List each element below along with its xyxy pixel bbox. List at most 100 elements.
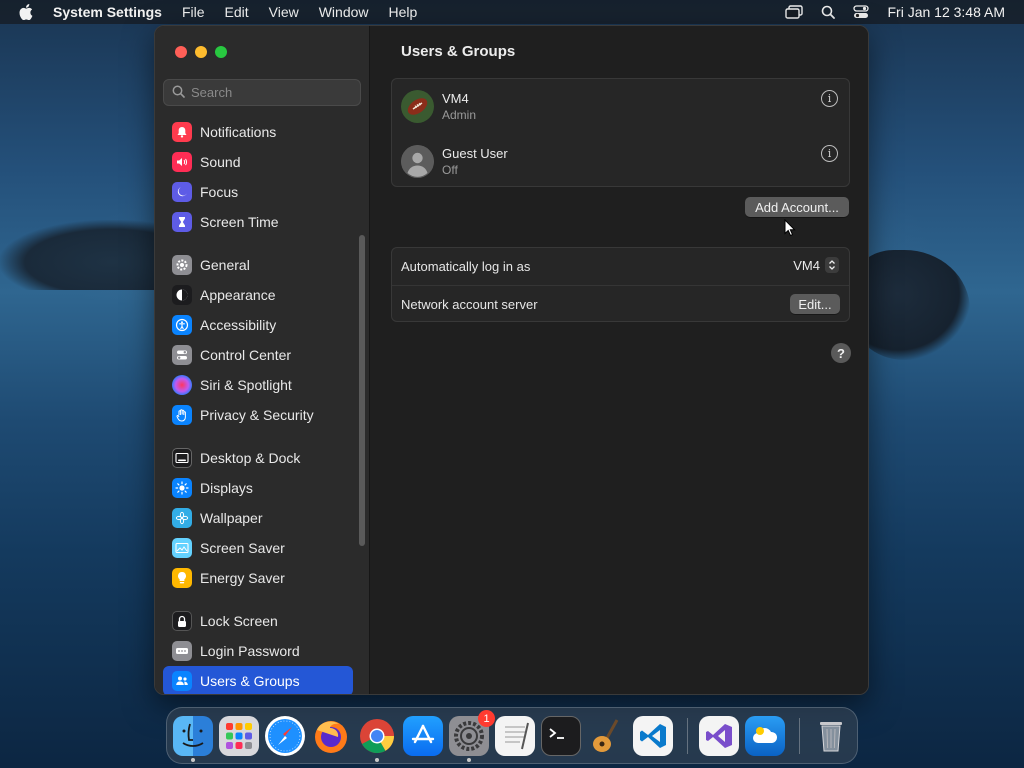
launchpad-icon[interactable] <box>219 716 259 756</box>
dock-icon <box>172 448 192 468</box>
sidebar-item-general[interactable]: General <box>163 250 353 280</box>
sidebar-item-appearance[interactable]: Appearance <box>163 280 353 310</box>
apple-menu-icon[interactable] <box>19 4 35 20</box>
sidebar-item-lock-screen[interactable]: Lock Screen <box>163 606 353 636</box>
appearance-icon <box>172 285 192 305</box>
sidebar-item-desktop-dock[interactable]: Desktop & Dock <box>163 443 353 473</box>
screensaver-icon <box>172 538 192 558</box>
search-input[interactable] <box>191 85 341 100</box>
users-list-panel: VM4 Admin i Guest User Off i <box>391 78 850 187</box>
terminal-icon[interactable] <box>541 716 581 756</box>
zoom-window-button[interactable] <box>215 46 227 58</box>
help-button[interactable]: ? <box>831 343 851 363</box>
sidebar-item-privacy-security[interactable]: Privacy & Security <box>163 400 353 430</box>
sidebar-item-label: Appearance <box>200 287 276 303</box>
mouse-pointer-icon <box>784 218 796 242</box>
visual-studio-icon[interactable] <box>699 716 739 756</box>
firefox-icon[interactable] <box>311 716 351 756</box>
sun-icon <box>172 478 192 498</box>
sidebar-item-notifications[interactable]: Notifications <box>163 117 353 147</box>
close-window-button[interactable] <box>175 46 187 58</box>
user-row-vm4[interactable]: VM4 Admin i <box>392 79 849 134</box>
sidebar-item-screen-time[interactable]: Screen Time <box>163 207 353 237</box>
menu-view[interactable]: View <box>269 4 299 20</box>
sidebar-item-energy-saver[interactable]: Energy Saver <box>163 563 353 593</box>
running-indicator <box>191 758 195 762</box>
finder-icon[interactable] <box>173 716 213 756</box>
search-icon <box>172 85 185 101</box>
cleanmymac-icon[interactable] <box>745 716 785 756</box>
sidebar-item-wallpaper[interactable]: Wallpaper <box>163 503 353 533</box>
vscode-icon[interactable] <box>633 716 673 756</box>
person-icon <box>401 145 434 178</box>
add-account-button[interactable]: Add Account... <box>745 197 849 217</box>
sidebar-item-siri-spotlight[interactable]: Siri & Spotlight <box>163 370 353 400</box>
page-title: Users & Groups <box>401 43 516 60</box>
garageband-icon[interactable] <box>587 716 627 756</box>
sidebar-item-label: Focus <box>200 184 239 200</box>
menu-edit[interactable]: Edit <box>225 4 249 20</box>
sidebar-item-sound[interactable]: Sound <box>163 147 353 177</box>
trash-icon[interactable] <box>811 716 851 756</box>
menu-window[interactable]: Window <box>319 4 369 20</box>
network-server-edit-button[interactable]: Edit... <box>790 294 840 314</box>
sidebar-item-label: Desktop & Dock <box>200 450 301 466</box>
hand-icon <box>172 405 192 425</box>
screen-mirroring-icon[interactable] <box>785 5 804 19</box>
speaker-icon <box>172 152 192 172</box>
app-store-icon[interactable] <box>403 716 443 756</box>
sidebar-item-accessibility[interactable]: Accessibility <box>163 310 353 340</box>
toggles-icon <box>172 345 192 365</box>
chevron-up-down-icon <box>825 257 839 273</box>
lock-icon <box>172 611 192 631</box>
sidebar-item-login-password[interactable]: Login Password <box>163 636 353 666</box>
login-options-panel: Automatically log in as VM4 Network acco… <box>391 247 850 322</box>
sidebar-item-focus[interactable]: Focus <box>163 177 353 207</box>
bulb-icon <box>172 568 192 588</box>
main-content: Users & Groups VM4 Admin i Guest User Of <box>371 26 868 694</box>
minimize-window-button[interactable] <box>195 46 207 58</box>
sidebar-item-users-groups[interactable]: Users & Groups <box>163 666 353 694</box>
user-role: Admin <box>442 108 477 122</box>
sidebar-list: Notifications Sound Focus Screen Time Ge… <box>163 117 353 694</box>
sidebar-item-screen-saver[interactable]: Screen Saver <box>163 533 353 563</box>
siri-icon <box>172 375 192 395</box>
running-indicator <box>467 758 471 762</box>
info-icon[interactable]: i <box>821 145 838 162</box>
sidebar-item-control-center[interactable]: Control Center <box>163 340 353 370</box>
system-settings-icon[interactable]: 1 <box>449 710 495 756</box>
auto-login-value: VM4 <box>793 257 820 273</box>
sidebar-item-label: Displays <box>200 480 253 496</box>
control-center-icon[interactable] <box>853 5 870 19</box>
menu-help[interactable]: Help <box>389 4 418 20</box>
menu-bar: System Settings File Edit View Window He… <box>0 0 1024 24</box>
info-icon[interactable]: i <box>821 90 838 107</box>
sidebar-item-label: Lock Screen <box>200 613 278 629</box>
sidebar-item-label: Energy Saver <box>200 570 285 586</box>
textedit-icon[interactable] <box>495 716 535 756</box>
chrome-icon[interactable] <box>357 716 397 756</box>
menubar-clock[interactable]: Fri Jan 12 3:48 AM <box>887 4 1005 20</box>
sidebar-item-displays[interactable]: Displays <box>163 473 353 503</box>
sidebar-item-label: Privacy & Security <box>200 407 314 423</box>
search-field[interactable] <box>163 79 361 106</box>
sidebar-item-label: Accessibility <box>200 317 277 333</box>
flower-icon <box>172 508 192 528</box>
spotlight-search-icon[interactable] <box>821 5 836 19</box>
safari-icon[interactable] <box>265 716 305 756</box>
moon-icon <box>172 182 192 202</box>
users-icon <box>172 671 192 691</box>
user-name: VM4 <box>442 91 469 106</box>
sidebar-item-label: Notifications <box>200 124 277 140</box>
accessibility-icon <box>172 315 192 335</box>
auto-login-popup[interactable]: VM4 <box>793 257 839 273</box>
wallpaper-headland <box>0 220 160 290</box>
sidebar-scrollbar[interactable] <box>359 235 365 546</box>
user-row-guest[interactable]: Guest User Off i <box>392 134 849 189</box>
menu-file[interactable]: File <box>182 4 205 20</box>
sidebar-item-label: Users & Groups <box>200 673 300 689</box>
menu-app-name[interactable]: System Settings <box>53 4 162 20</box>
